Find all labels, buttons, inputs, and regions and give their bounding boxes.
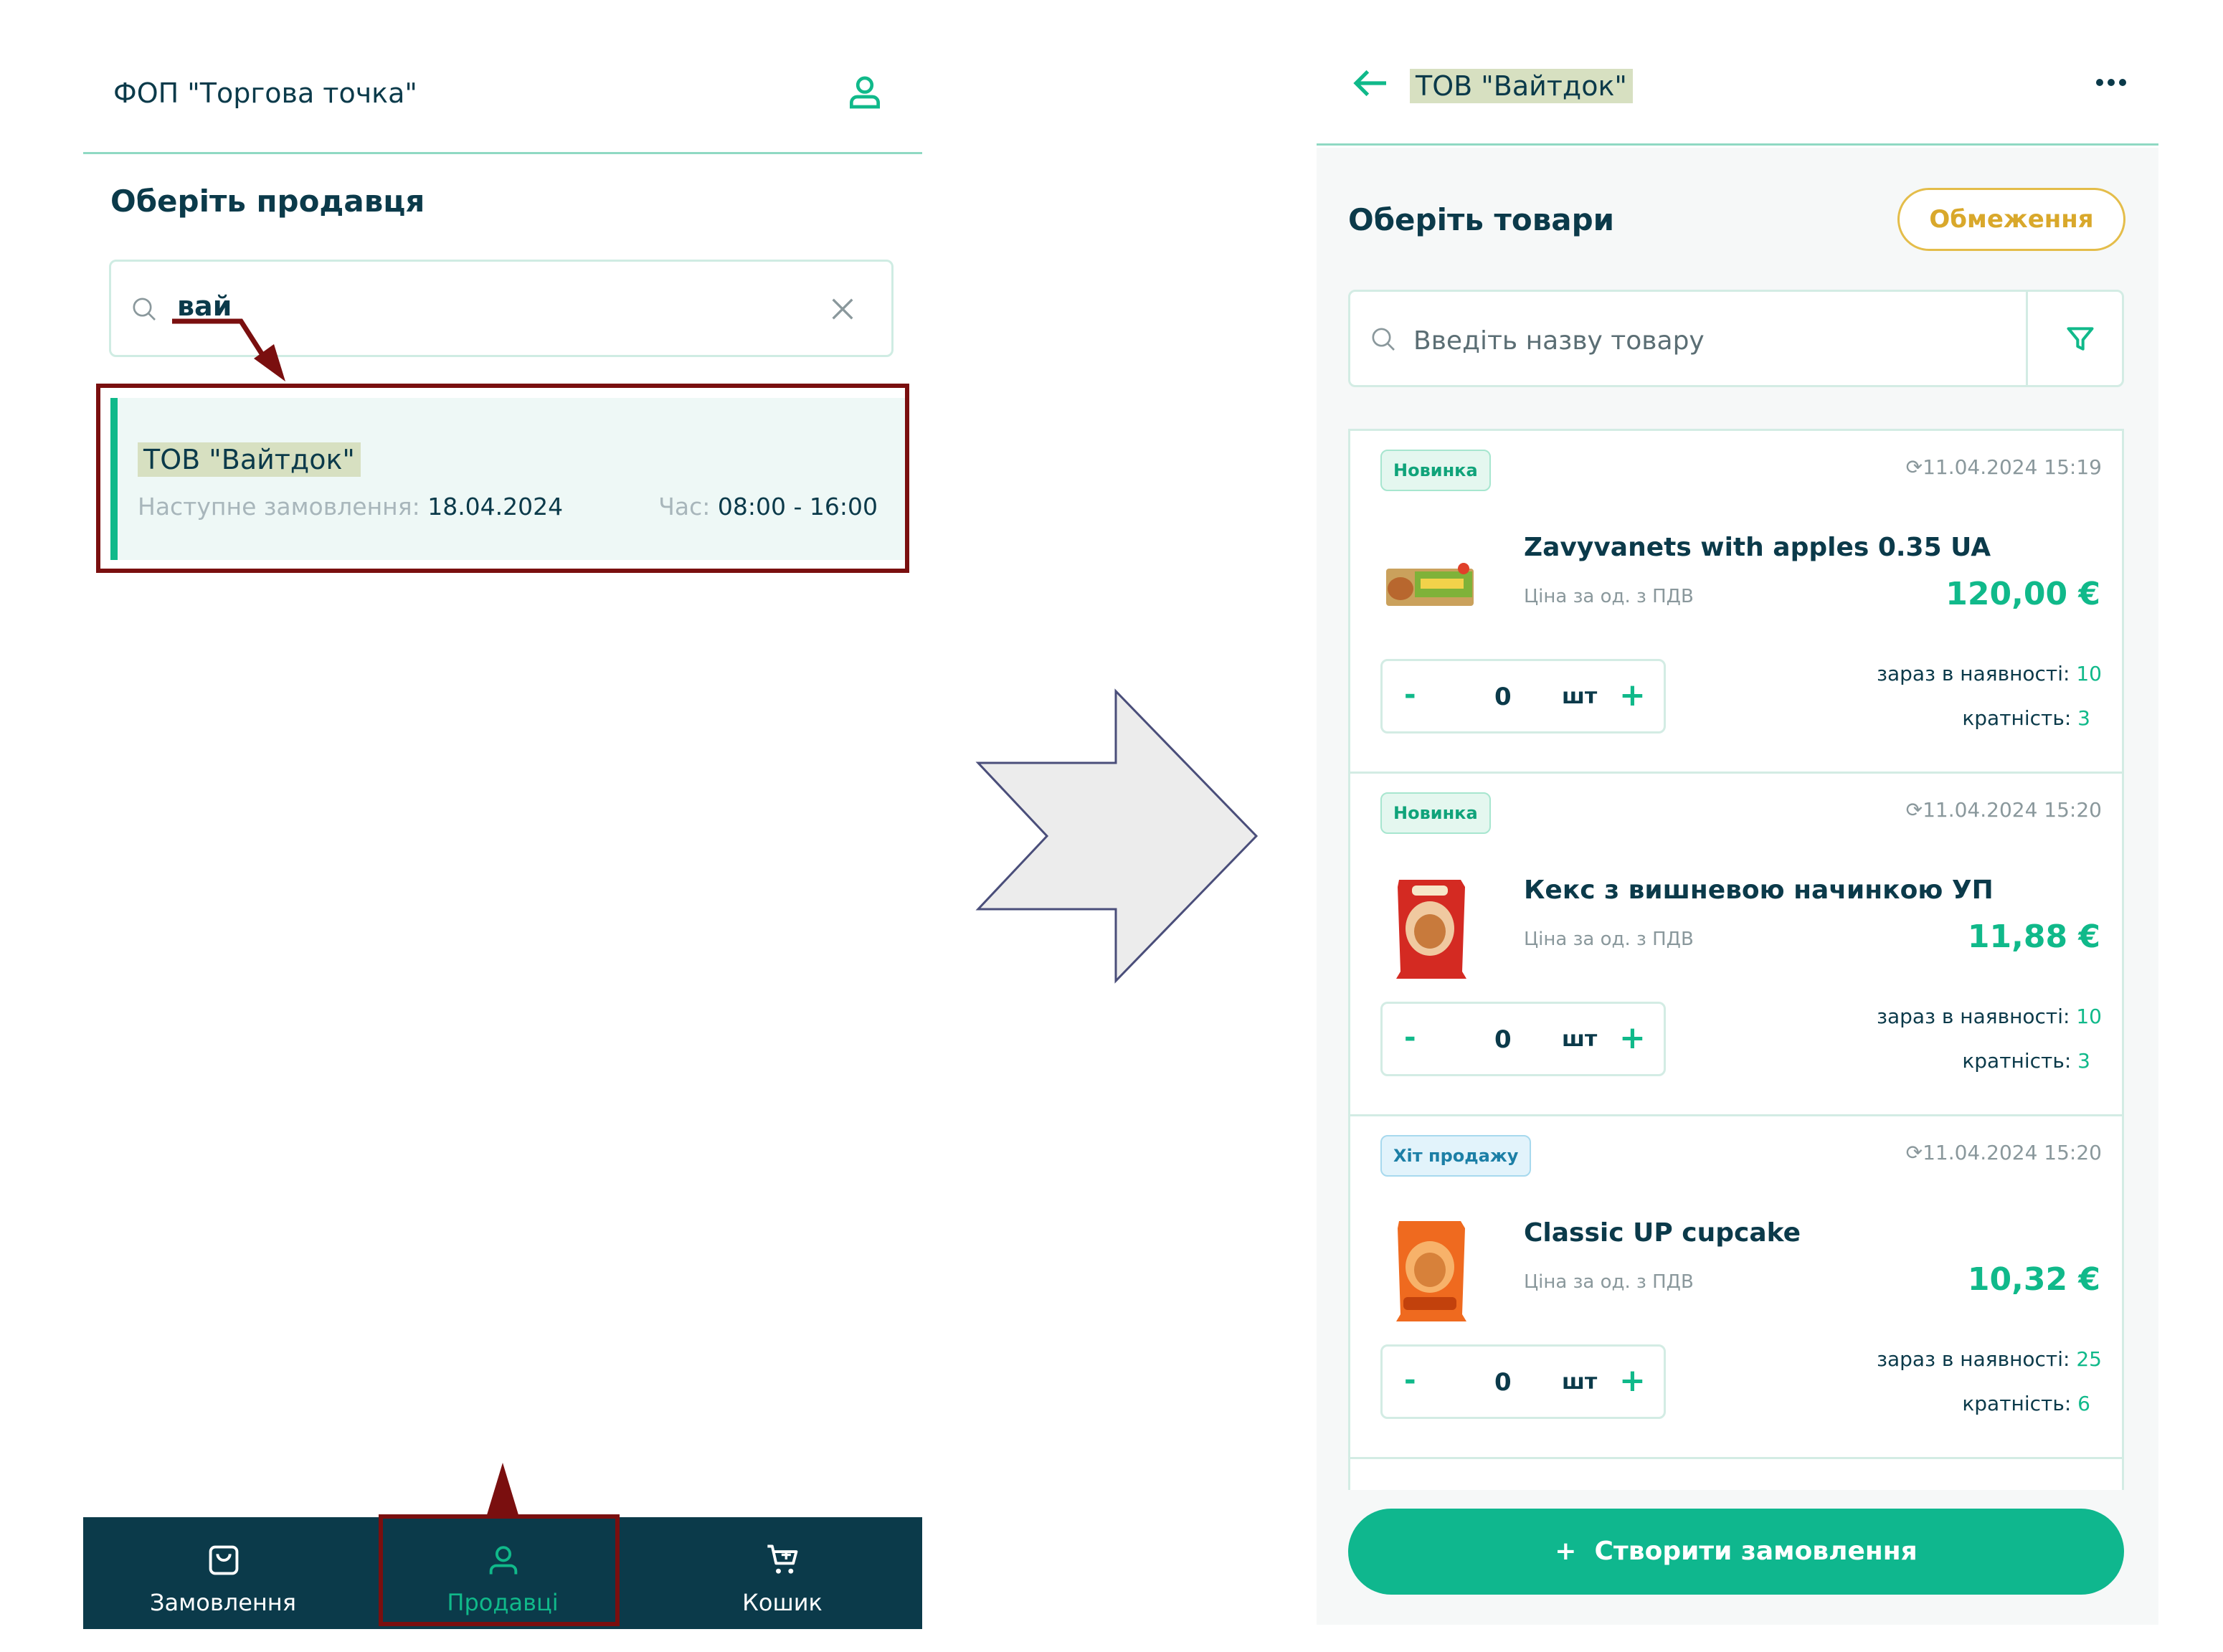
- sellers-screen: ФОП "Торгова точка" Оберіть продавця вай…: [83, 0, 922, 1629]
- product-image: [1396, 1221, 1466, 1321]
- transition-arrow-icon: [975, 688, 1259, 984]
- search-icon: [133, 298, 156, 321]
- store-title: ФОП "Торгова точка": [113, 77, 417, 109]
- product-search-input[interactable]: [1413, 312, 2001, 369]
- annotation-pointer-arrow: [172, 318, 285, 381]
- products-screen: ТОВ "Вайтдок" Оберіть товари Обмеження Н…: [1317, 0, 2158, 1628]
- sync-icon: ⟳: [1905, 798, 1923, 822]
- quantity-unit: шт: [1562, 684, 1598, 709]
- decrement-button[interactable]: -: [1404, 1364, 1416, 1397]
- multiplicity-info: кратність: 3: [1962, 706, 2090, 730]
- clear-icon[interactable]: [828, 295, 857, 323]
- header-divider: [83, 152, 922, 154]
- product-image: [1386, 563, 1474, 606]
- quantity-stepper: - 0 шт +: [1380, 659, 1666, 734]
- increment-button[interactable]: +: [1619, 677, 1646, 713]
- multiplicity-label: кратність:: [1962, 1392, 2072, 1415]
- quantity-value[interactable]: 0: [1494, 683, 1512, 711]
- page-title: Оберіть товари: [1348, 202, 1615, 237]
- multiplicity-label: кратність:: [1962, 706, 2072, 730]
- quantity-value[interactable]: 0: [1494, 1368, 1512, 1397]
- header-divider: [1317, 143, 2158, 146]
- product-timestamp: ⟳11.04.2024 15:19: [1905, 455, 2102, 479]
- stock-value: 10: [2076, 1005, 2102, 1028]
- product-list: Новинка ⟳11.04.2024 15:19 Zavyvanets wit…: [1348, 429, 2124, 1490]
- product-price: 11,88 €: [1967, 918, 2100, 955]
- product-name: Кекс з вишневою начинкою УП: [1524, 875, 1994, 905]
- nav-orders[interactable]: Замовлення: [83, 1517, 363, 1629]
- back-arrow-icon[interactable]: [1351, 63, 1391, 103]
- multiplicity-value: 3: [2077, 1049, 2090, 1073]
- create-order-label: Створити замовлення: [1594, 1537, 1918, 1566]
- limits-button[interactable]: Обмеження: [1897, 188, 2125, 251]
- sync-icon: ⟳: [1905, 455, 1923, 479]
- price-label: Ціна за од. з ПДВ: [1524, 1271, 1694, 1293]
- product-timestamp: ⟳11.04.2024 15:20: [1905, 1141, 2102, 1164]
- search-icon: [1372, 328, 1395, 351]
- plus-icon: +: [1555, 1537, 1577, 1566]
- product-name: Classic UP cupcake: [1524, 1218, 1801, 1248]
- product-badge: Новинка: [1380, 792, 1491, 834]
- cart-icon: [767, 1544, 798, 1574]
- page-title: Оберіть продавця: [110, 184, 425, 219]
- product-search-box: [1348, 290, 2124, 387]
- quantity-unit: шт: [1562, 1027, 1598, 1052]
- product-timestamp: ⟳11.04.2024 15:20: [1905, 798, 2102, 822]
- stock-label: зараз в наявності:: [1877, 1005, 2070, 1028]
- product-name: Zavyvanets with apples 0.35 UA: [1524, 533, 1991, 562]
- stock-info: зараз в наявності: 25: [1877, 1347, 2102, 1371]
- annotation-nav-frame: [379, 1514, 620, 1626]
- create-order-button[interactable]: + Створити замовлення: [1348, 1509, 2124, 1595]
- increment-button[interactable]: +: [1619, 1362, 1646, 1399]
- user-profile-icon[interactable]: [845, 72, 885, 112]
- product-price: 120,00 €: [1945, 576, 2100, 612]
- decrement-button[interactable]: -: [1404, 1021, 1416, 1054]
- price-label: Ціна за од. з ПДВ: [1524, 929, 1694, 950]
- product-image: [1396, 880, 1466, 979]
- product-card: Новинка ⟳11.04.2024 15:20 Кекс з вишнево…: [1350, 774, 2122, 1116]
- quantity-value[interactable]: 0: [1494, 1025, 1512, 1054]
- increment-button[interactable]: +: [1619, 1020, 1646, 1056]
- stock-value: 25: [2076, 1347, 2102, 1371]
- more-options-icon[interactable]: [2091, 72, 2131, 93]
- product-card: Новинка ⟳11.04.2024 15:19 Zavyvanets wit…: [1350, 431, 2122, 774]
- quantity-unit: шт: [1562, 1369, 1598, 1395]
- multiplicity-value: 3: [2077, 706, 2090, 730]
- filter-icon[interactable]: [2065, 323, 2096, 355]
- sync-icon: ⟳: [1905, 1141, 1923, 1164]
- multiplicity-value: 6: [2077, 1392, 2090, 1415]
- multiplicity-info: кратність: 3: [1962, 1049, 2090, 1073]
- quantity-stepper: - 0 шт +: [1380, 1002, 1666, 1076]
- stock-info: зараз в наявності: 10: [1877, 662, 2102, 685]
- multiplicity-info: кратність: 6: [1962, 1392, 2090, 1415]
- shopping-bag-icon: [209, 1545, 239, 1575]
- stock-label: зараз в наявності:: [1877, 1347, 2070, 1371]
- quantity-stepper: - 0 шт +: [1380, 1344, 1666, 1419]
- annotation-up-arrow: [486, 1463, 519, 1517]
- filter-separator: [2026, 292, 2028, 385]
- stock-info: зараз в наявності: 10: [1877, 1005, 2102, 1028]
- multiplicity-label: кратність:: [1962, 1049, 2072, 1073]
- product-card: Хіт продажу ⟳11.04.2024 15:20 Classic UP…: [1350, 1116, 2122, 1459]
- decrement-button[interactable]: -: [1404, 678, 1416, 711]
- seller-title: ТОВ "Вайтдок": [1410, 69, 1633, 103]
- nav-cart-label: Кошик: [742, 1589, 823, 1616]
- product-badge: Хіт продажу: [1380, 1135, 1532, 1177]
- annotation-highlight-frame: [96, 384, 909, 573]
- nav-cart[interactable]: Кошик: [643, 1517, 922, 1629]
- product-badge: Новинка: [1380, 450, 1491, 491]
- stock-label: зараз в наявності:: [1877, 662, 2070, 685]
- nav-orders-label: Замовлення: [150, 1589, 296, 1616]
- stock-value: 10: [2076, 662, 2102, 685]
- price-label: Ціна за од. з ПДВ: [1524, 586, 1694, 607]
- product-price: 10,32 €: [1967, 1261, 2100, 1298]
